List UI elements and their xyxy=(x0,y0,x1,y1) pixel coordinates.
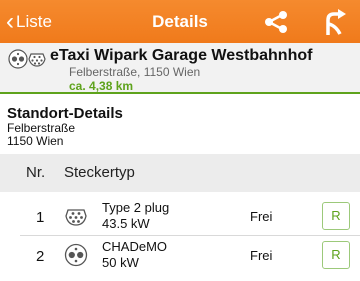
column-header-nr: Nr. xyxy=(26,164,46,181)
chademo-plug-icon xyxy=(64,243,88,267)
back-button[interactable]: ‹ Liste xyxy=(6,0,52,43)
table-header: Nr. Steckertyp xyxy=(0,154,360,192)
plug-status: Frei xyxy=(250,209,273,224)
type2-plug-icon xyxy=(65,209,87,226)
table-row: 2 CHADeMO 50 kW Frei R xyxy=(0,236,360,275)
reserve-button[interactable]: R xyxy=(322,241,350,269)
reserve-button[interactable]: R xyxy=(322,202,350,230)
page-title: Details xyxy=(152,12,208,31)
row-number: 1 xyxy=(36,209,45,226)
navigation-bar: ‹ Liste Details xyxy=(0,0,360,43)
plug-name: Type 2 plug xyxy=(102,200,170,215)
row-number: 2 xyxy=(36,248,45,265)
chademo-plug-icon xyxy=(8,49,28,69)
type2-plug-icon xyxy=(28,53,46,67)
station-distance: ca. 4,38 km xyxy=(69,79,134,93)
location-details: Standort-Details Felberstraße 1150 Wien xyxy=(0,96,360,156)
plug-status: Frei xyxy=(250,248,273,263)
station-address: Felberstraße, 1150 Wien xyxy=(69,65,201,79)
column-header-type: Steckertyp xyxy=(64,164,135,181)
location-title: Standort-Details xyxy=(7,105,123,122)
back-label: Liste xyxy=(16,11,52,31)
share-icon[interactable] xyxy=(263,10,289,34)
location-city: 1150 Wien xyxy=(7,134,64,148)
chevron-left-icon: ‹ xyxy=(6,7,14,35)
station-name: eTaxi Wipark Garage Westbahnhof xyxy=(50,47,313,64)
table-row: 1 Type 2 plug 43.5 kW Frei R xyxy=(0,197,360,236)
plug-power: 50 kW xyxy=(102,255,139,270)
plug-name: CHADeMO xyxy=(102,239,168,254)
station-header: eTaxi Wipark Garage Westbahnhof Felberst… xyxy=(0,43,360,94)
plug-power: 43.5 kW xyxy=(102,216,150,231)
route-icon[interactable] xyxy=(320,8,348,36)
